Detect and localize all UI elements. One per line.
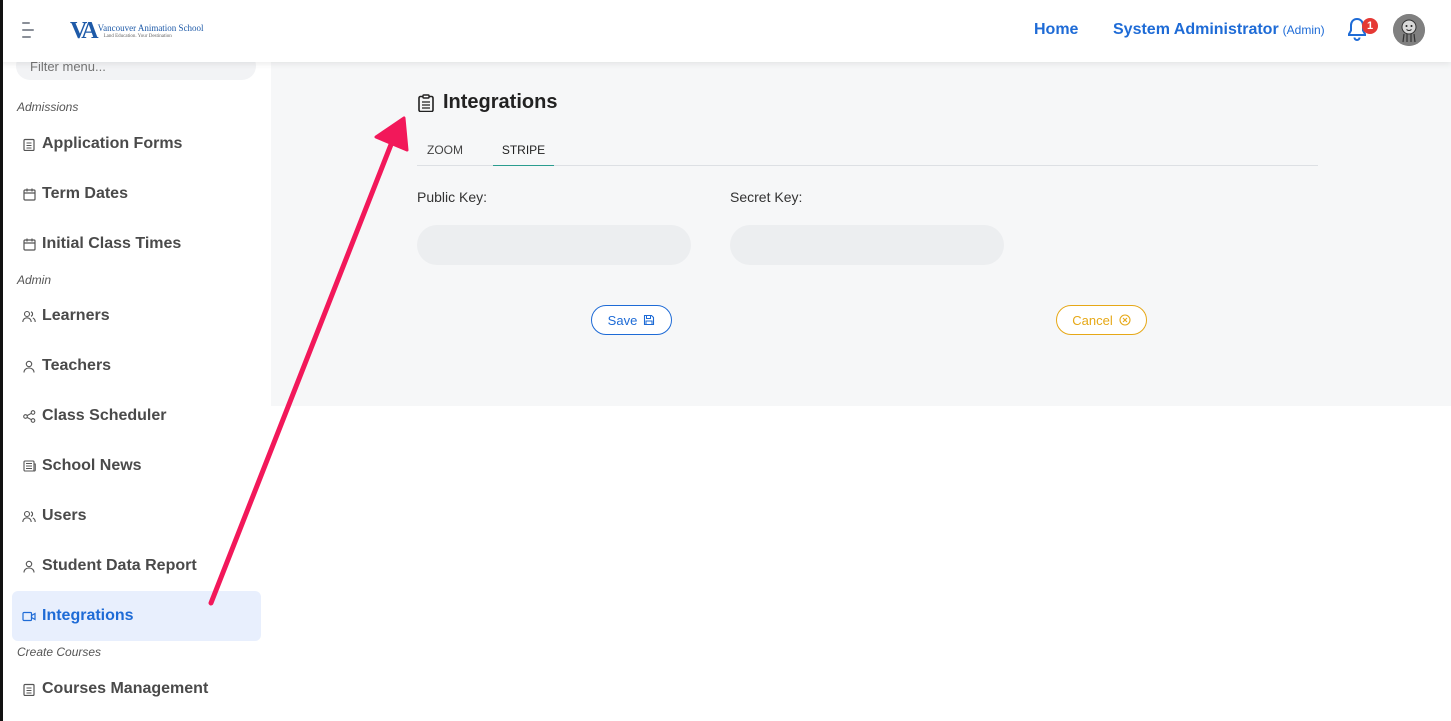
sidebar-item-label: Users — [42, 507, 87, 524]
tab-stripe[interactable]: STRIPE — [493, 138, 554, 166]
page-title-text: Integrations — [443, 91, 558, 113]
sidebar-item-label: Student Data Report — [42, 557, 197, 574]
sidebar-item-label: School News — [42, 457, 142, 474]
users-icon — [22, 309, 36, 323]
save-button[interactable]: Save — [591, 305, 672, 335]
page-title: Integrations — [417, 91, 557, 114]
sidebar-item-application-forms[interactable]: Application Forms — [12, 120, 261, 168]
sidebar-item-term-dates[interactable]: Term Dates — [12, 170, 261, 218]
user-name: System Administrator — [1113, 21, 1279, 38]
section-label-admissions: Admissions — [17, 100, 79, 114]
sidebar-item-student-data-report[interactable]: Student Data Report — [12, 542, 261, 590]
calendar-icon — [22, 187, 36, 201]
tab-zoom[interactable]: ZOOM — [417, 138, 473, 166]
main-content: Integrations ZOOM STRIPE Public Key: Sec… — [271, 62, 1451, 406]
window-edge — [0, 0, 3, 721]
public-key-input[interactable] — [417, 225, 691, 265]
clipboard-icon — [417, 93, 435, 112]
sidebar-item-label: Class Scheduler — [42, 407, 167, 424]
user-icon — [22, 359, 36, 373]
sidebar-item-initial-class-times[interactable]: Initial Class Times — [12, 220, 261, 268]
user-menu[interactable]: System Administrator (Admin) — [1113, 21, 1325, 39]
sidebar-item-label: Application Forms — [42, 135, 183, 152]
clipboard-icon — [22, 137, 36, 151]
logo-mark-icon: VA — [70, 17, 99, 44]
notification-badge: 1 — [1362, 18, 1378, 34]
top-navbar: VA Vancouver Animation School Land Educa… — [0, 0, 1451, 62]
sidebar-item-label: Teachers — [42, 357, 112, 374]
close-circle-icon — [1119, 314, 1131, 326]
cancel-button[interactable]: Cancel — [1056, 305, 1147, 335]
floppy-disk-icon — [643, 314, 655, 326]
integration-tabs: ZOOM STRIPE — [417, 138, 1318, 166]
sidebar-item-label: Integrations — [42, 607, 134, 624]
cancel-button-label: Cancel — [1072, 312, 1113, 328]
sidebar-item-teachers[interactable]: Teachers — [12, 342, 261, 390]
school-logo[interactable]: VA Vancouver Animation School Land Educa… — [70, 18, 204, 44]
video-icon — [22, 609, 36, 623]
avatar[interactable] — [1393, 14, 1425, 46]
logo-tagline: Land Education. Your Destination — [103, 33, 172, 39]
users-icon — [22, 509, 36, 523]
sidebar-item-courses-management[interactable]: Courses Management — [12, 665, 261, 713]
menu-toggle-icon[interactable] — [22, 22, 36, 40]
sidebar-item-label: Courses Management — [42, 680, 209, 697]
sidebar-item-learners[interactable]: Learners — [12, 292, 261, 340]
sidebar-item-label: Initial Class Times — [42, 235, 182, 252]
calendar-icon — [22, 237, 36, 251]
sidebar: Admissions Application Forms Term Dates … — [0, 52, 270, 721]
sidebar-item-users[interactable]: Users — [12, 492, 261, 540]
secret-key-label: Secret Key: — [730, 189, 803, 205]
home-link[interactable]: Home — [1034, 21, 1078, 39]
secret-key-input[interactable] — [730, 225, 1004, 265]
section-label-admin: Admin — [17, 273, 52, 287]
clipboard-icon — [22, 682, 36, 696]
public-key-label: Public Key: — [417, 189, 488, 205]
share-icon — [22, 409, 36, 423]
logo-name: Vancouver Animation School — [97, 22, 204, 33]
sidebar-item-school-news[interactable]: School News — [12, 442, 261, 490]
section-label-create-courses: Create Courses — [17, 645, 102, 659]
save-button-label: Save — [607, 312, 638, 328]
newspaper-icon — [22, 459, 36, 473]
user-icon — [22, 559, 36, 573]
sidebar-item-label: Learners — [42, 307, 110, 324]
sidebar-item-integrations[interactable]: Integrations — [12, 591, 261, 641]
user-role: (Admin) — [1282, 23, 1325, 37]
sidebar-item-label: Term Dates — [42, 185, 128, 202]
sidebar-item-class-scheduler[interactable]: Class Scheduler — [12, 392, 261, 440]
